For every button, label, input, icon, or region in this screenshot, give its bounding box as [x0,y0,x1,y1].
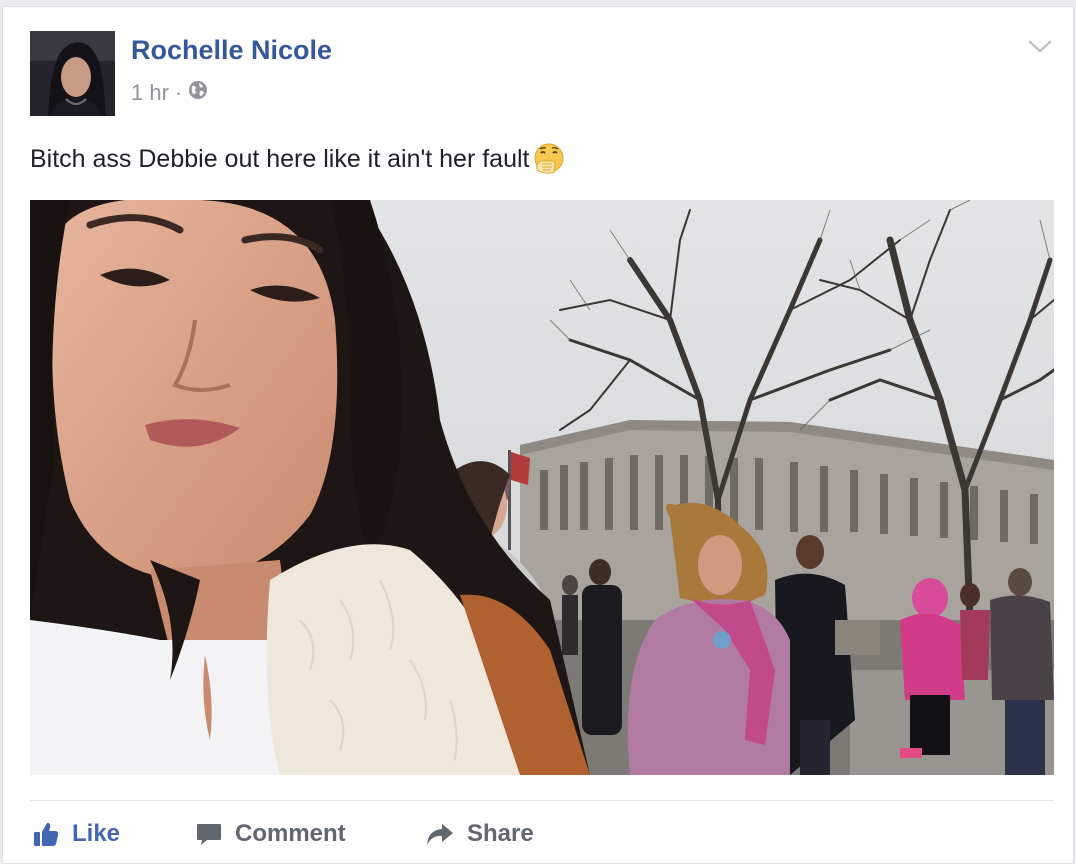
thumbs-up-icon [32,820,60,848]
share-label: Share [467,820,534,847]
post-text: Bitch ass Debbie out here like it ain't … [30,142,566,176]
post-card: Rochelle Nicole 1 hr · Bitch ass Debbie … [2,6,1074,864]
face-with-hand-over-mouth-icon [532,142,566,176]
share-button[interactable]: Share [425,812,534,856]
photo-image [30,200,1054,775]
globe-icon [188,80,208,106]
meta-separator: · [174,80,183,105]
comment-label: Comment [235,820,346,847]
post-actions: Like Comment Share [30,812,1054,856]
like-button[interactable]: Like [32,812,120,856]
post-message: Bitch ass Debbie out here like it ain't … [30,144,530,173]
comment-button[interactable]: Comment [195,812,346,856]
post-photo[interactable] [30,200,1054,775]
author-name[interactable]: Rochelle Nicole [131,35,332,66]
avatar-image [30,31,115,116]
actions-divider [30,800,1054,801]
timestamp[interactable]: 1 hr [131,80,169,106]
like-label: Like [72,820,121,847]
comment-icon [195,820,223,848]
avatar[interactable] [30,31,115,116]
share-arrow-icon [425,820,455,848]
post-meta: 1 hr · [131,80,208,106]
chevron-down-icon[interactable] [1027,37,1053,57]
